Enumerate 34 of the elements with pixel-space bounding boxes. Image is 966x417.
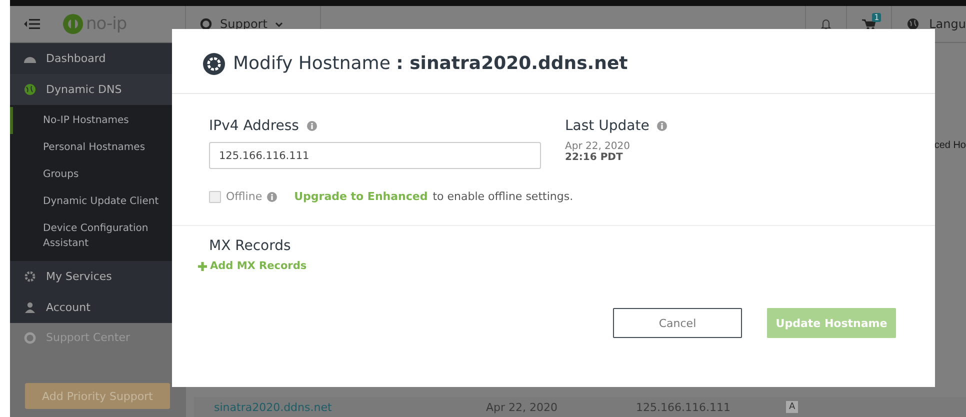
record-type-badge: A bbox=[786, 401, 798, 413]
dialog-title: Modify Hostname : sinatra2020.ddns.net bbox=[233, 53, 628, 74]
table-cell-text: Apr 22, 2020 bbox=[486, 400, 559, 414]
sidebar-item[interactable]: Dashboard bbox=[10, 43, 186, 74]
caret-icon bbox=[275, 22, 284, 26]
info-icon bbox=[306, 121, 317, 131]
support-menu[interactable]: Support bbox=[220, 17, 268, 31]
last-update-time: 22:16 PDT bbox=[565, 152, 624, 163]
section-heading: MX Records bbox=[208, 238, 292, 254]
plus-icon bbox=[198, 262, 207, 270]
gear-icon bbox=[203, 52, 225, 74]
logo-icon bbox=[62, 13, 84, 35]
table-cell-text: 125.166.116.111 bbox=[636, 400, 732, 414]
cart-icon[interactable] bbox=[862, 18, 876, 30]
language-menu[interactable]: Langu bbox=[929, 17, 966, 31]
menu-icon[interactable] bbox=[24, 19, 40, 29]
globe-icon bbox=[24, 84, 36, 95]
cart-count-badge: 1 bbox=[872, 13, 882, 22]
offline-hint: to enable offline settings. bbox=[432, 190, 574, 203]
info-icon bbox=[657, 121, 668, 131]
cancel-button[interactable]: Cancel bbox=[613, 308, 742, 338]
checkbox-label: Offline bbox=[226, 190, 262, 203]
field-label: Last Update bbox=[565, 118, 650, 134]
info-icon bbox=[267, 192, 278, 202]
ipv4-input-field[interactable]: 125.166.116.111 bbox=[209, 142, 541, 169]
globe-icon bbox=[907, 18, 920, 30]
gear-icon bbox=[24, 271, 36, 282]
field-label: IPv4 Address bbox=[209, 118, 299, 134]
sidebar-item[interactable]: Account bbox=[10, 292, 186, 323]
last-update-date: Apr 22, 2020 bbox=[565, 141, 632, 152]
sidebar-item[interactable]: My Services bbox=[10, 261, 186, 292]
person-icon bbox=[24, 302, 36, 313]
section-heading: ced Ho bbox=[934, 140, 966, 151]
bell-icon[interactable] bbox=[821, 18, 832, 30]
